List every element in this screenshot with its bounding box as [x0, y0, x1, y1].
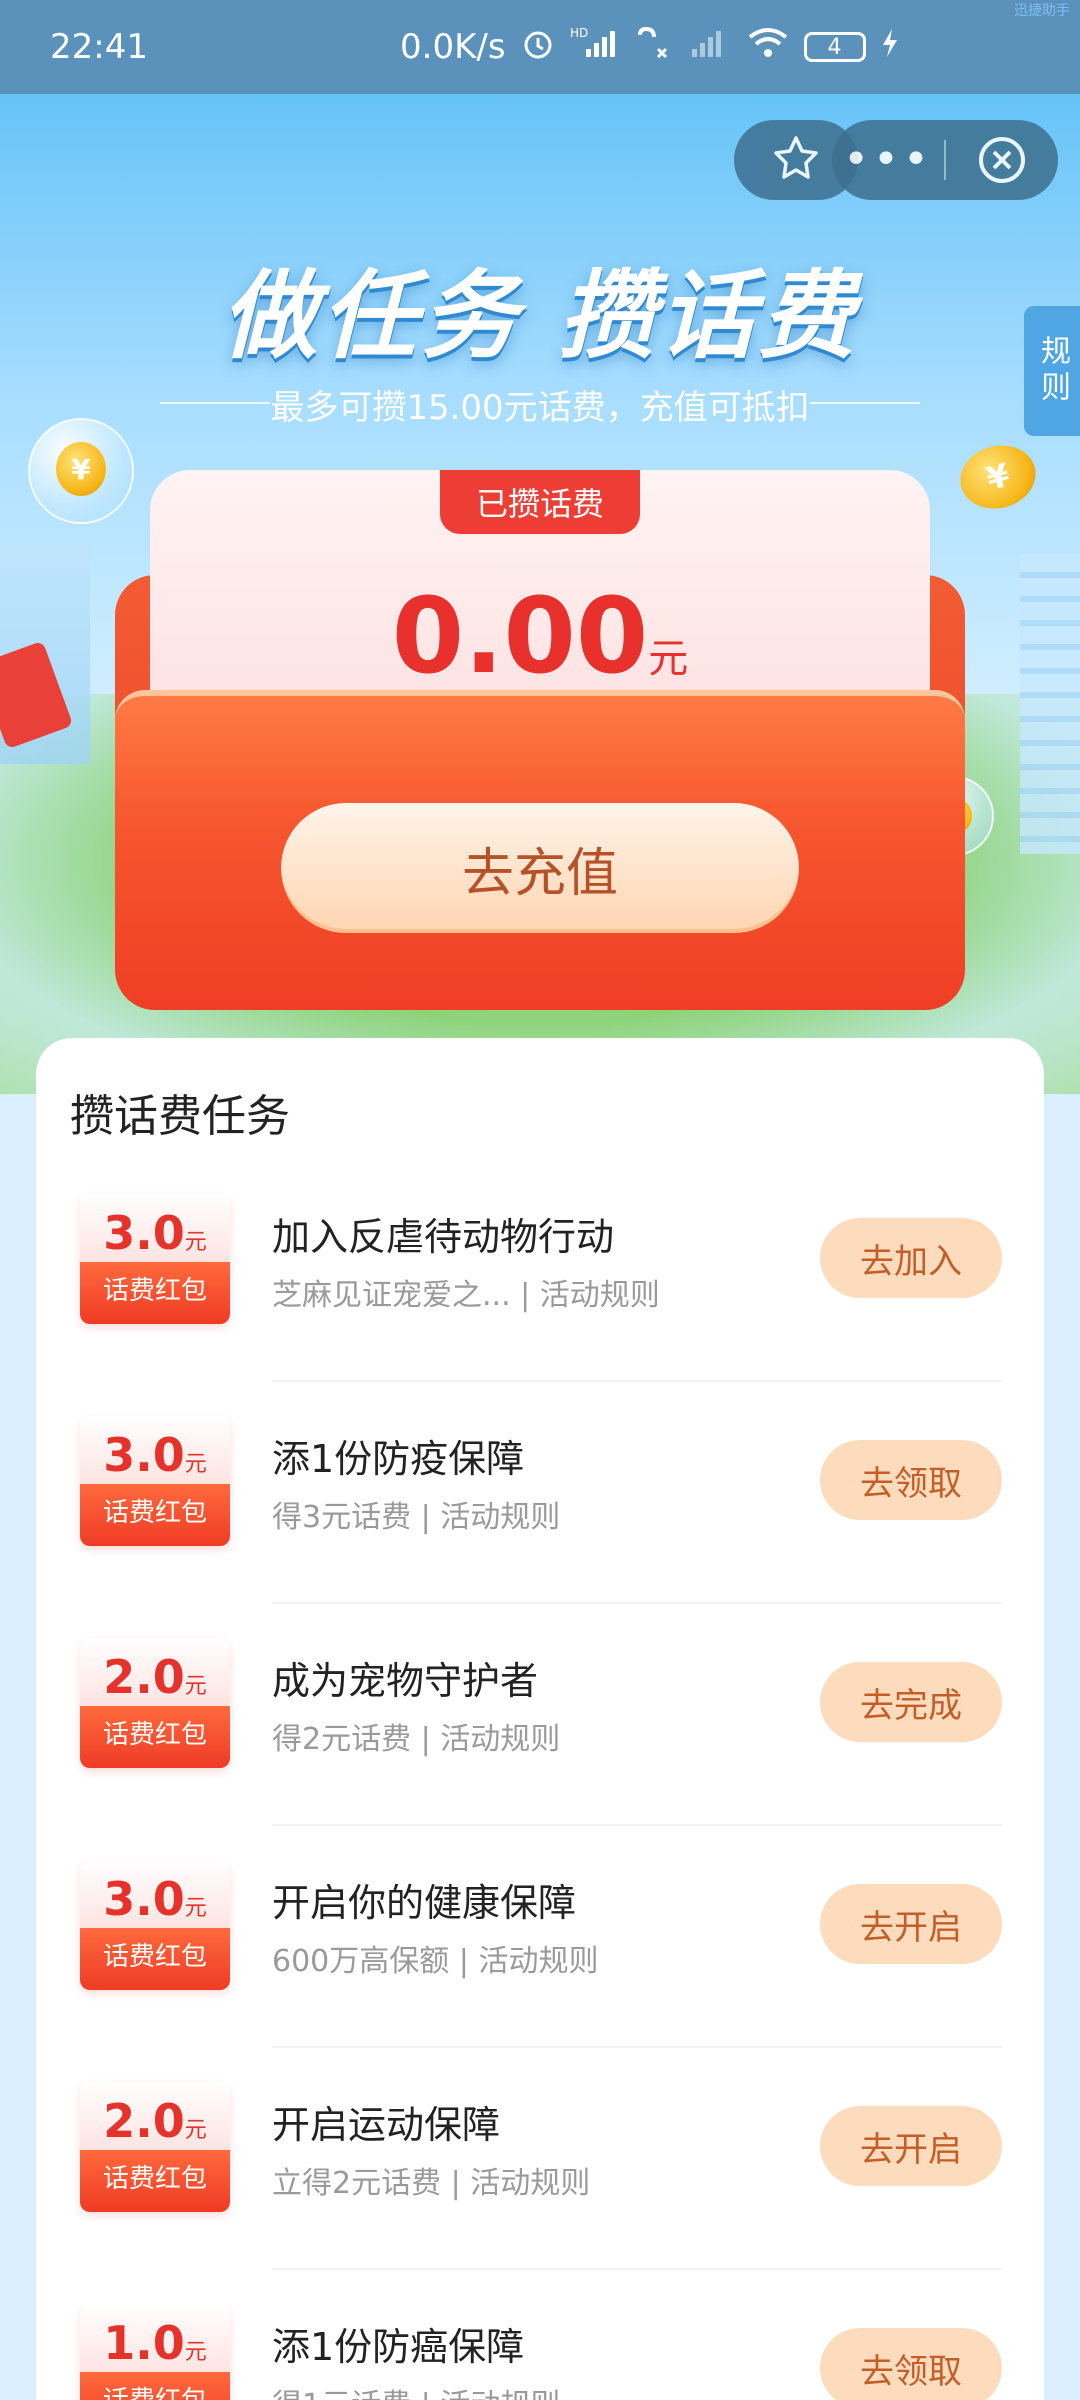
saved-fee-tag: 已攒话费: [440, 470, 640, 534]
task-action-button[interactable]: 去开启: [820, 2106, 1002, 2186]
saved-amount: 0.00元: [150, 575, 930, 697]
signal-icon: HD: [570, 25, 620, 69]
task-reward-badge: 1.0元 话费红包: [80, 2304, 230, 2400]
task-title: 添1份防疫保障: [272, 1437, 525, 1481]
reward-unit: 元: [184, 1452, 207, 1477]
hero-title: 做任务 攒话费: [221, 260, 859, 372]
svg-text:HD: HD: [570, 26, 588, 40]
battery-indicator: 4: [803, 32, 866, 62]
task-title: 成为宠物守护者: [272, 1659, 539, 1703]
task-reward-badge: 3.0 元 话费红包: [80, 1194, 230, 1324]
tasks-title: 攒话费任务: [70, 1091, 290, 1142]
task-reward-badge: 2.0 元 话费红包: [80, 1638, 230, 1768]
task-item: 3.0 元 话费红包 开启你的健康保障 600万高保额 | 活动规则 去开启: [36, 1860, 1044, 2082]
reward-label: 话费红包: [80, 1262, 230, 1324]
status-time: 22:41: [50, 27, 148, 67]
task-divider: [272, 1602, 1002, 1604]
task-subtitle[interactable]: 得3元话费 | 活动规则: [272, 1492, 560, 1536]
task-reward-badge: 3.0 元 话费红包: [80, 1416, 230, 1546]
reward-label: 话费红包: [80, 1928, 230, 1990]
task-item: 1.0元 话费红包 添1份防癌保障 得1元话费 | 活动规则 去领取: [36, 2304, 1044, 2400]
task-action-button[interactable]: 去领取: [820, 2328, 1002, 2400]
close-circle-icon[interactable]: [946, 134, 1058, 186]
charging-icon: [880, 27, 900, 67]
task-title: 加入反虐待动物行动: [272, 1215, 615, 1259]
reward-unit: 元: [184, 2118, 207, 2143]
wifi-icon: [746, 25, 790, 69]
signal-off-icon: [688, 25, 732, 69]
reward-label: 话费红包: [80, 1706, 230, 1768]
coin-icon: ¥: [56, 442, 106, 496]
task-divider: [272, 2268, 1002, 2270]
status-bar: 22:41 0.0K/s HD 4 迅捷助手: [0, 0, 1080, 94]
task-item: 3.0 元 话费红包 加入反虐待动物行动 芝麻见证宠爱之... | 活动规则 去加…: [36, 1194, 1044, 1416]
reward-label: 话费红包: [80, 2150, 230, 2212]
task-divider: [272, 1824, 1002, 1826]
reward-label: 话费红包: [80, 1484, 230, 1546]
saved-amount-unit: 元: [648, 636, 689, 682]
reward-value: 3.0: [103, 1206, 185, 1260]
building-decoration: [1020, 554, 1080, 854]
task-subtitle[interactable]: 得1元话费 | 活动规则: [272, 2380, 560, 2400]
star-icon: [771, 133, 821, 187]
recharge-button[interactable]: 去充值: [281, 803, 799, 933]
reward-value: 2.0: [103, 2094, 185, 2148]
task-divider: [272, 2046, 1002, 2048]
task-subtitle[interactable]: 600万高保额 | 活动规则: [272, 1936, 598, 1980]
task-item: 3.0 元 话费红包 添1份防疫保障 得3元话费 | 活动规则 去领取: [36, 1416, 1044, 1638]
reward-label: 话费红包: [80, 2372, 230, 2400]
corner-text: 迅捷助手: [1014, 3, 1070, 19]
task-title: 添1份防癌保障: [272, 2325, 525, 2369]
reward-value: 2.0: [103, 1650, 185, 1704]
task-action-button[interactable]: 去领取: [820, 1440, 1002, 1520]
reward-unit: 元: [184, 1230, 207, 1255]
reward-value: 1.0: [103, 2316, 185, 2370]
net-speed: 0.0K/s: [400, 27, 506, 67]
reward-unit: 元: [184, 1674, 207, 1699]
task-subtitle[interactable]: 立得2元话费 | 活动规则: [272, 2158, 590, 2202]
reward-unit: 元: [184, 2340, 207, 2365]
reward-unit: 元: [184, 1896, 207, 1921]
task-reward-badge: 2.0 元 话费红包: [80, 2082, 230, 2212]
reward-value: 3.0: [103, 1872, 185, 1926]
task-action-button[interactable]: 去开启: [820, 1884, 1002, 1964]
alarm-icon: [520, 25, 556, 69]
task-reward-badge: 3.0 元 话费红包: [80, 1860, 230, 1990]
task-action-button[interactable]: 去加入: [820, 1218, 1002, 1298]
task-action-button[interactable]: 去完成: [820, 1662, 1002, 1742]
task-subtitle[interactable]: 得2元话费 | 活动规则: [272, 1714, 560, 1758]
call-icon: [634, 25, 674, 69]
task-subtitle[interactable]: 芝麻见证宠爱之... | 活动规则: [272, 1270, 660, 1314]
status-icons: 0.0K/s HD 4: [350, 25, 1030, 69]
reward-value: 3.0: [103, 1428, 185, 1482]
mini-program-capsule: •••: [832, 120, 1058, 200]
task-item: 2.0 元 话费红包 开启运动保障 立得2元话费 | 活动规则 去开启: [36, 2082, 1044, 2304]
more-icon[interactable]: •••: [832, 130, 944, 190]
task-title: 开启运动保障: [272, 2103, 501, 2147]
hero-subtitle: 最多可攒15.00元话费，充值可抵扣: [160, 380, 920, 429]
task-item: 2.0 元 话费红包 成为宠物守护者 得2元话费 | 活动规则 去完成: [36, 1638, 1044, 1860]
task-divider: [272, 1380, 1002, 1382]
task-title: 开启你的健康保障: [272, 1881, 577, 1925]
saved-amount-value: 0.00: [391, 575, 649, 697]
